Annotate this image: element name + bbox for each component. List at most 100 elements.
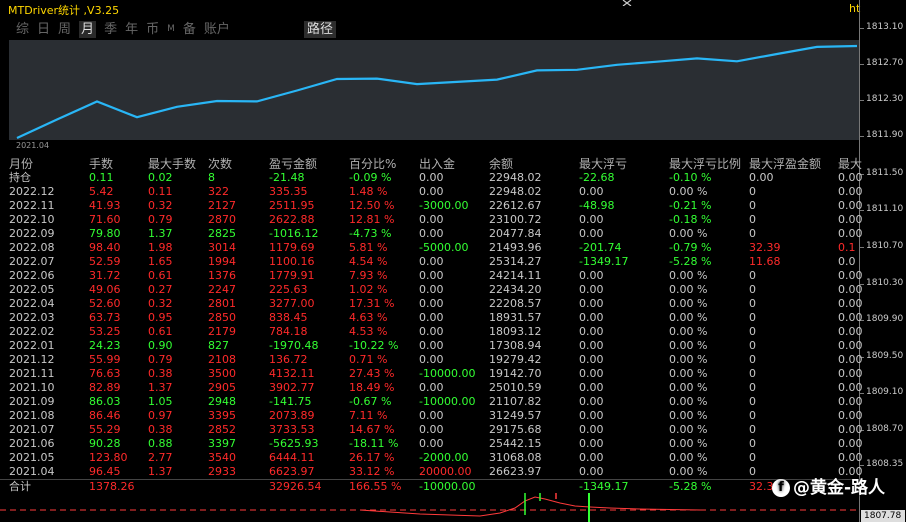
max-lots-cell: 0.27 [148, 283, 173, 296]
lots-cell: 71.60 [89, 213, 121, 226]
month-cell: 2022.09 [9, 227, 55, 240]
period-tabs: 综日周月季年币 M 备账户 [16, 21, 238, 38]
pct-cell: 12.50 % [349, 199, 395, 212]
float-profit-cell: 0 [749, 367, 756, 380]
total-float-loss-pct-cell: -5.28 % [669, 480, 712, 493]
lots-cell: 90.28 [89, 437, 121, 450]
float-profit-cell: 0 [749, 465, 756, 478]
column-header: 最大浮盈金额 [749, 157, 822, 171]
last-cell: 0.00 [838, 297, 863, 310]
price-tick-label: 1809.10 [866, 387, 904, 397]
tab-7[interactable]: M [167, 21, 175, 38]
lots-cell: 31.72 [89, 269, 121, 282]
table-row[interactable]: 2021.12 55.99 0.79 2108 136.72 0.71 % 0.00 1927… [0, 353, 863, 367]
table-row[interactable]: 2022.11 41.93 0.32 2127 2511.95 12.50 % -3000.… [0, 199, 863, 213]
count-cell: 2179 [208, 325, 236, 338]
column-header: 最大 [838, 157, 863, 171]
month-cell: 2022.03 [9, 311, 55, 324]
count-cell: 2825 [208, 227, 236, 240]
balance-cell: 22434.20 [489, 283, 542, 296]
last-cell: 0.00 [838, 185, 863, 198]
pct-cell: 33.12 % [349, 465, 395, 478]
table-row[interactable]: 2021.09 86.03 1.05 2948 -141.75 -0.67 % -10000… [0, 395, 863, 409]
tab-3[interactable]: 月 [79, 21, 97, 38]
table-row[interactable]: 2022.02 53.25 0.61 2179 784.18 4.53 % 0.00 1809… [0, 325, 863, 339]
float-profit-cell: 0 [749, 325, 756, 338]
table-row[interactable]: 2022.08 98.40 1.98 3014 1179.69 5.81 % -5000.0… [0, 241, 859, 255]
lots-cell: 79.80 [89, 227, 121, 240]
table-row[interactable]: 2022.05 49.06 0.27 2247 225.63 1.02 % 0.00 2243… [0, 283, 863, 297]
pnl-cell: 1179.69 [269, 241, 315, 254]
balance-cell: 25442.15 [489, 437, 542, 450]
max-lots-cell: 1.37 [148, 465, 173, 478]
lots-cell: 5.42 [89, 185, 114, 198]
tab-8[interactable]: 备 [183, 21, 196, 38]
count-cell: 2870 [208, 213, 236, 226]
tab-2[interactable]: 周 [58, 21, 71, 38]
pnl-cell: -1970.48 [269, 339, 319, 352]
table-row[interactable]: 2022.03 63.73 0.95 2850 838.45 4.63 % 0.00 1893… [0, 311, 863, 325]
last-cell: 0.00 [838, 437, 863, 450]
io-cell: -5000.00 [419, 241, 469, 254]
max-lots-cell: 0.88 [148, 437, 173, 450]
price-tick-label: 1811.90 [866, 130, 904, 140]
pct-cell: 18.49 % [349, 381, 395, 394]
float-profit-cell: 0.00 [749, 171, 774, 184]
table-row[interactable]: 持仓 0.11 0.02 8 -21.48 -0.09 % 0.00 22948.02 -22.… [0, 171, 863, 185]
pct-cell: -10.22 % [349, 339, 399, 352]
float-loss-pct-cell: 0.00 % [669, 437, 708, 450]
pct-cell: 5.81 % [349, 241, 388, 254]
tab-4[interactable]: 季 [104, 21, 117, 38]
month-cell: 2022.01 [9, 339, 55, 352]
table-row[interactable]: 2022.12 5.42 0.11 322 335.35 1.48 % 0.00 22948.… [0, 185, 863, 199]
max-lots-cell: 0.79 [148, 353, 173, 366]
float-loss-pct-cell: 0.00 % [669, 367, 708, 380]
balance-cell: 22208.57 [489, 297, 542, 310]
tab-0[interactable]: 综 [16, 21, 29, 38]
table-row[interactable]: 2021.10 82.89 1.37 2905 3902.77 18.49 % 0.00 25… [0, 381, 863, 395]
month-cell: 持仓 [9, 171, 31, 184]
table-row[interactable]: 2022.01 24.23 0.90 827 -1970.48 -10.22 % 0.00 1… [0, 339, 863, 353]
logo-icon: f [772, 479, 790, 497]
tab-9[interactable]: 账户 [204, 21, 230, 38]
count-cell: 322 [208, 185, 229, 198]
balance-cell: 31249.57 [489, 409, 542, 422]
table-row[interactable]: 2022.06 31.72 0.61 1376 1779.91 7.93 % 0.00 242… [0, 269, 863, 283]
tab-1[interactable]: 日 [37, 21, 50, 38]
balance-cell: 18931.57 [489, 311, 542, 324]
last-cell: 0.00 [838, 381, 863, 394]
tab-route[interactable]: 路径 [304, 21, 337, 38]
pct-cell: 4.53 % [349, 325, 388, 338]
column-header: 手数 [89, 157, 114, 171]
count-cell: 1994 [208, 255, 236, 268]
price-tick-label: 1809.90 [866, 314, 904, 324]
balance-cell: 22948.02 [489, 185, 542, 198]
float-loss-pct-cell: 0.00 % [669, 451, 708, 464]
month-cell: 2021.07 [9, 423, 55, 436]
pnl-cell: 3277.00 [269, 297, 315, 310]
table-row[interactable]: 2021.04 96.45 1.37 2933 6623.97 33.12 % 20000.… [0, 465, 863, 479]
balance-cell: 31068.08 [489, 451, 542, 464]
price-tick [859, 247, 864, 248]
table-row[interactable]: 2022.09 79.80 1.37 2825 -1016.12 -4.73 % 0.00 2… [0, 227, 863, 241]
table-row[interactable]: 2021.11 76.63 0.38 3500 4132.11 27.43 % -10000… [0, 367, 863, 381]
pnl-cell: 136.72 [269, 353, 308, 366]
table-row[interactable]: 2022.10 71.60 0.79 2870 2622.88 12.81 % 0.00 23… [0, 213, 863, 227]
table-row[interactable]: 2021.07 55.29 0.38 2852 3733.53 14.67 % 0.00 29… [0, 423, 863, 437]
table-row[interactable]: 2022.04 52.60 0.32 2801 3277.00 17.31 % 0.00 22… [0, 297, 863, 311]
float-loss-pct-cell: 0.00 % [669, 311, 708, 324]
tab-5[interactable]: 年 [125, 21, 138, 38]
float-loss-cell: 0.00 [579, 311, 604, 324]
tab-6[interactable]: 币 [146, 21, 159, 38]
float-profit-cell: 11.68 [749, 255, 781, 268]
table-row[interactable]: 2021.08 86.46 0.97 3395 2073.89 7.11 % 0.00 312… [0, 409, 863, 423]
table-row[interactable]: 2021.05 123.80 2.77 3540 6444.11 26.17 % -2000… [0, 451, 863, 465]
balance-cell: 22612.67 [489, 199, 542, 212]
lots-cell: 86.46 [89, 409, 121, 422]
balance-cell: 25010.59 [489, 381, 542, 394]
total-lots-cell: 1378.26 [89, 480, 135, 493]
table-row[interactable]: 2021.06 90.28 0.88 3397 -5625.93 -18.11 % 0.00… [0, 437, 863, 451]
table-row[interactable]: 2022.07 52.59 1.65 1994 1100.16 4.54 % 0.00 253… [0, 255, 859, 269]
close-icon[interactable] [620, 0, 634, 6]
lots-cell: 49.06 [89, 283, 121, 296]
